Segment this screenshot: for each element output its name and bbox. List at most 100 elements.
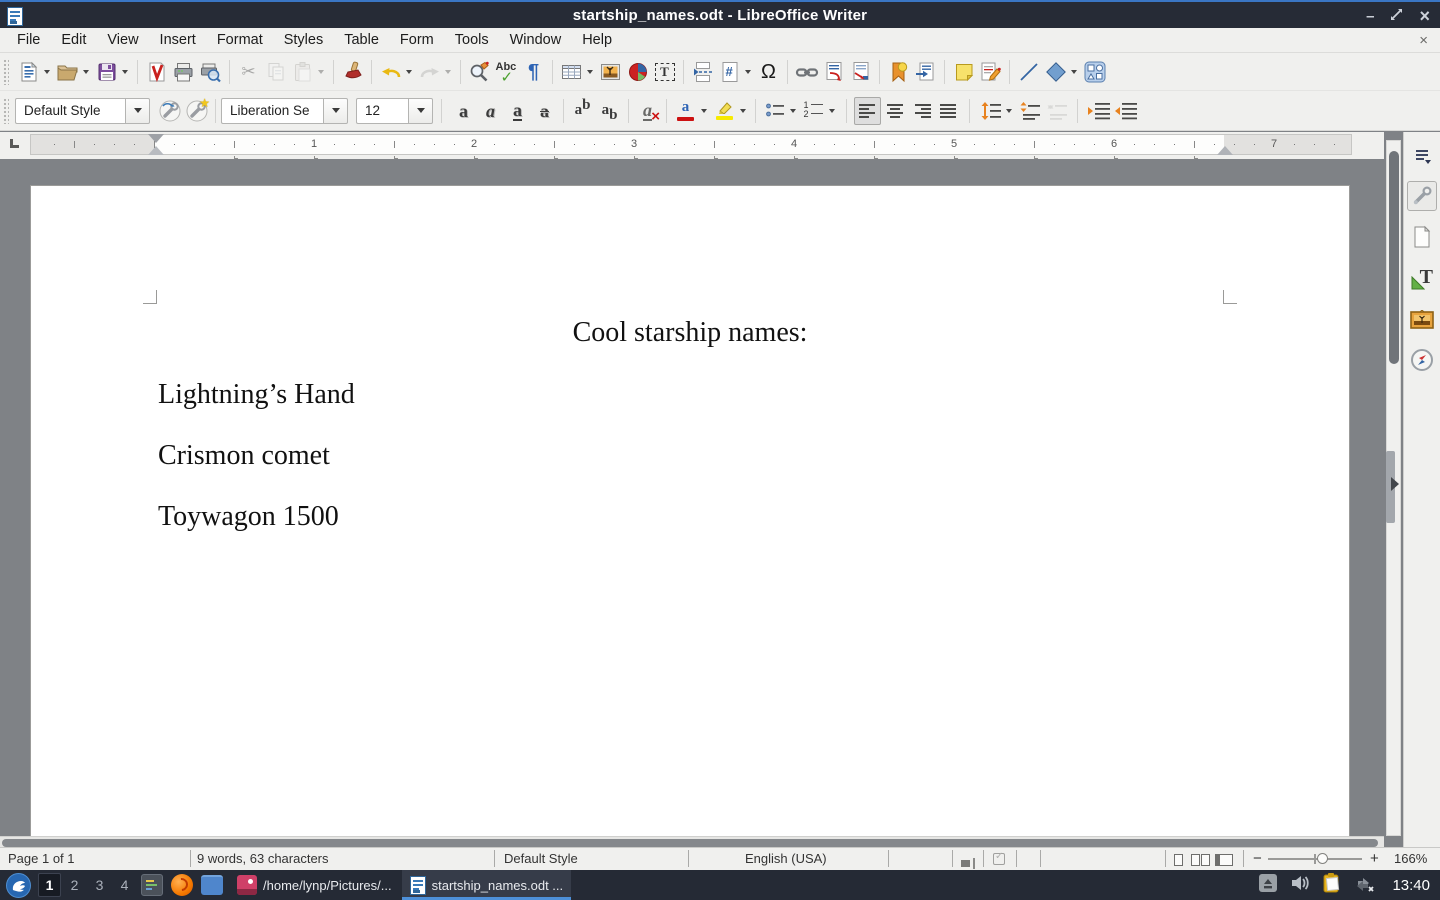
underline-button[interactable]: a — [504, 97, 531, 125]
document-paragraph[interactable]: Crismon comet — [158, 440, 330, 472]
menu-insert[interactable]: Insert — [151, 30, 205, 50]
increase-paragraph-spacing-button[interactable] — [1016, 97, 1043, 125]
selection-mode-indicator[interactable]: ✓ — [993, 853, 1005, 868]
document-paragraph[interactable]: Toywagon 1500 — [158, 501, 339, 533]
toolbar-grip[interactable] — [3, 59, 9, 85]
undo-dropdown-arrow[interactable] — [406, 70, 412, 74]
zoom-out-button[interactable]: − — [1253, 850, 1262, 867]
table-dropdown-arrow[interactable] — [587, 70, 593, 74]
menu-format[interactable]: Format — [208, 30, 272, 50]
bullet-list-dropdown-arrow[interactable] — [790, 109, 796, 113]
book-view-button[interactable] — [1215, 854, 1233, 869]
align-center-button[interactable] — [881, 97, 908, 125]
clear-formatting-button[interactable]: a× — [634, 97, 661, 125]
numbered-list-dropdown-arrow[interactable] — [829, 109, 835, 113]
minimize-button[interactable]: – — [1366, 9, 1374, 24]
firefox-launcher[interactable] — [169, 872, 195, 898]
removable-media-icon[interactable] — [1258, 873, 1278, 898]
workspace-1[interactable]: 1 — [38, 873, 61, 897]
export-pdf-button[interactable] — [143, 58, 170, 86]
insert-field-button[interactable]: # — [716, 58, 743, 86]
menu-form[interactable]: Form — [391, 30, 443, 50]
close-document-icon[interactable]: × — [1419, 32, 1428, 49]
document-paragraph[interactable]: Lightning’s Hand — [158, 379, 355, 411]
zoom-percentage[interactable]: 166% — [1394, 851, 1427, 866]
workspace-4[interactable]: 4 — [113, 873, 136, 897]
sidebar-collapse-arrow-icon[interactable] — [1391, 477, 1399, 491]
multi-page-view-button[interactable] — [1191, 854, 1210, 869]
spelling-button[interactable]: Abc✓ — [493, 58, 520, 86]
clone-formatting-button[interactable] — [339, 58, 366, 86]
menu-styles[interactable]: Styles — [275, 30, 333, 50]
basic-shapes-button[interactable] — [1042, 58, 1069, 86]
workspace-3[interactable]: 3 — [88, 873, 111, 897]
text-language[interactable]: English (USA) — [745, 851, 827, 866]
insert-comment-button[interactable] — [950, 58, 977, 86]
save-button[interactable] — [93, 58, 120, 86]
first-line-indent-marker[interactable] — [148, 134, 164, 143]
page-style[interactable]: Default Style — [504, 851, 578, 866]
restore-button[interactable] — [1390, 8, 1403, 24]
style-dropdown-button[interactable] — [125, 98, 150, 124]
increase-indent-button[interactable] — [1085, 97, 1112, 125]
task-writer-window[interactable]: startship_names.odt ... — [402, 870, 572, 900]
volume-icon[interactable] — [1290, 874, 1310, 897]
sidebar-gallery-button[interactable] — [1407, 304, 1437, 334]
highlight-color-button[interactable] — [711, 97, 738, 125]
font-size-combo[interactable]: 12 — [356, 98, 433, 124]
task-pictures-window[interactable]: /home/lynp/Pictures/... — [229, 870, 400, 900]
align-right-button[interactable] — [908, 97, 935, 125]
font-dropdown-button[interactable] — [323, 98, 348, 124]
tab-stop-type-selector[interactable] — [10, 139, 19, 148]
field-dropdown-arrow[interactable] — [745, 70, 751, 74]
applications-menu-button[interactable] — [6, 873, 31, 898]
close-button[interactable]: × — [1419, 7, 1430, 25]
left-indent-marker[interactable] — [148, 146, 164, 155]
horizontal-scrollbar-thumb[interactable] — [2, 839, 1378, 847]
ruler[interactable]: 1234567 — [30, 134, 1352, 155]
undo-button[interactable] — [377, 58, 404, 86]
menu-edit[interactable]: Edit — [52, 30, 95, 50]
document-page[interactable]: Cool starship names: Lightning’s Hand Cri… — [30, 185, 1350, 836]
open-dropdown-arrow[interactable] — [83, 70, 89, 74]
show-draw-functions-button[interactable] — [1081, 58, 1108, 86]
toolbar-grip[interactable] — [3, 98, 9, 124]
font-name-combo[interactable]: Liberation Se — [221, 98, 348, 124]
document-heading[interactable]: Cool starship names: — [31, 317, 1349, 349]
horizontal-scrollbar[interactable] — [0, 836, 1384, 847]
strikethrough-button[interactable]: a — [531, 97, 558, 125]
justify-button[interactable] — [935, 97, 962, 125]
terminal-launcher[interactable] — [139, 872, 165, 898]
menu-view[interactable]: View — [98, 30, 147, 50]
single-page-view-button[interactable] — [1174, 854, 1183, 869]
insert-chart-button[interactable] — [624, 58, 651, 86]
subscript-button[interactable]: ab — [596, 97, 623, 125]
numbered-list-button[interactable]: 12 — [800, 97, 827, 125]
update-style-button[interactable] — [156, 97, 183, 125]
superscript-button[interactable]: ab — [569, 97, 596, 125]
find-replace-button[interactable] — [466, 58, 493, 86]
menu-file[interactable]: File — [8, 30, 49, 50]
save-dropdown-arrow[interactable] — [122, 70, 128, 74]
bullet-list-button[interactable] — [761, 97, 788, 125]
network-offline-icon[interactable] — [1354, 873, 1376, 898]
workspace-2[interactable]: 2 — [63, 873, 86, 897]
decrease-indent-button[interactable] — [1112, 97, 1139, 125]
zoom-in-button[interactable]: + — [1370, 850, 1379, 867]
font-color-dropdown-arrow[interactable] — [701, 109, 707, 113]
insert-table-button[interactable] — [558, 58, 585, 86]
align-left-button[interactable] — [854, 97, 881, 125]
menu-window[interactable]: Window — [501, 30, 571, 50]
open-button[interactable] — [54, 58, 81, 86]
line-spacing-dropdown-arrow[interactable] — [1006, 109, 1012, 113]
decrease-paragraph-spacing-button[interactable] — [1043, 97, 1070, 125]
print-button[interactable] — [170, 58, 197, 86]
right-indent-marker[interactable] — [1217, 146, 1233, 155]
paragraph-style-combo[interactable]: Default Style — [15, 98, 150, 124]
insert-hyperlink-button[interactable] — [793, 58, 820, 86]
redo-dropdown-arrow[interactable] — [445, 70, 451, 74]
copy-button[interactable] — [262, 58, 289, 86]
word-count[interactable]: 9 words, 63 characters — [197, 851, 329, 866]
special-character-button[interactable]: Ω — [755, 58, 782, 86]
sidebar-properties-button[interactable] — [1407, 181, 1437, 211]
